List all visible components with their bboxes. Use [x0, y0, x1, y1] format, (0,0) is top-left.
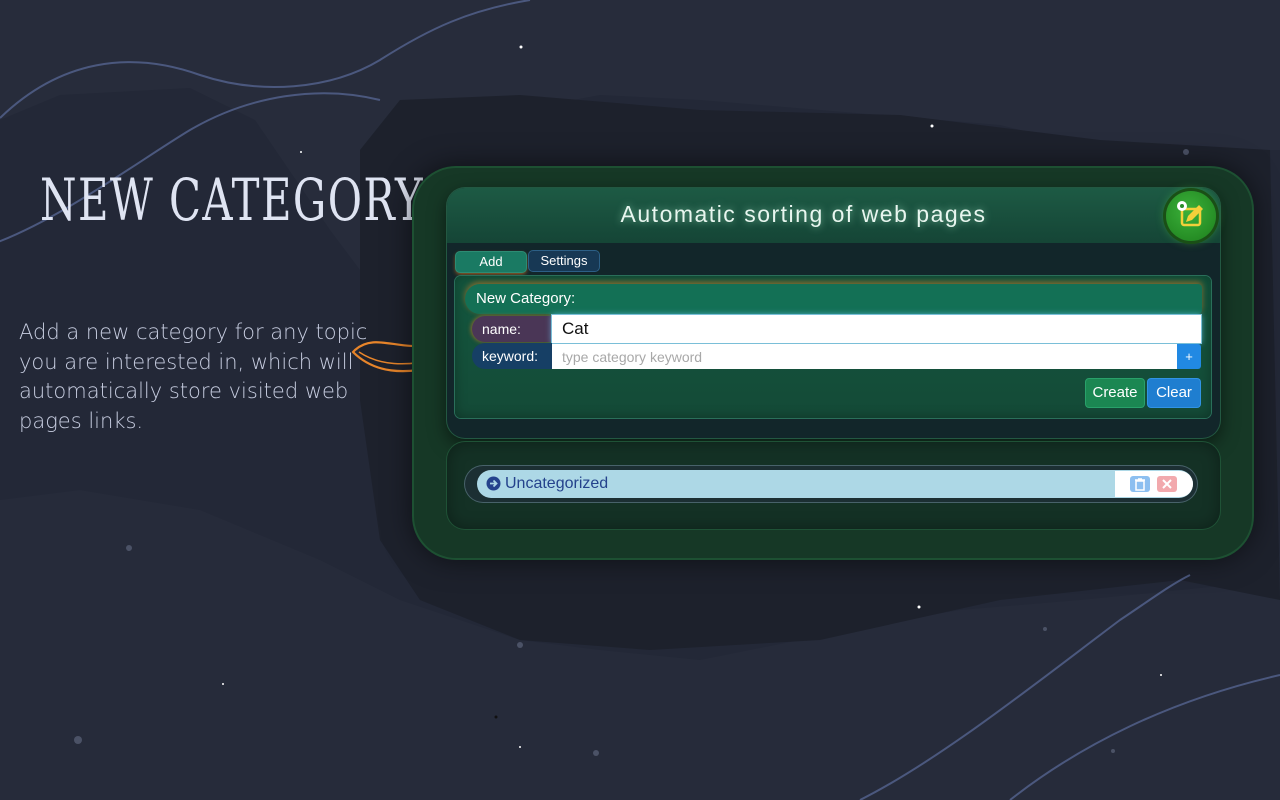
- promo-title: NEW CATEGORY: [40, 166, 424, 234]
- trash-icon: [1135, 478, 1145, 491]
- delete-category-button[interactable]: [1130, 476, 1150, 492]
- app-header: Automatic sorting of web pages: [447, 188, 1220, 243]
- category-tools: [1115, 471, 1193, 497]
- create-button[interactable]: Create: [1086, 379, 1144, 407]
- form-heading: New Category:: [476, 290, 576, 307]
- tab-settings[interactable]: Settings: [529, 251, 599, 271]
- add-keyword-button[interactable]: +: [1177, 344, 1201, 369]
- settings-edit-icon: [1177, 201, 1203, 227]
- keyword-label: keyword:: [472, 343, 552, 369]
- remove-category-button[interactable]: [1157, 476, 1177, 492]
- clear-button[interactable]: Clear: [1148, 379, 1200, 407]
- promo-description: Add a new category for any topic you are…: [19, 320, 368, 433]
- settings-button[interactable]: [1166, 191, 1216, 241]
- close-icon: [1162, 479, 1172, 489]
- app-title: Automatic sorting of web pages: [620, 201, 987, 227]
- name-label: name:: [472, 316, 552, 342]
- category-label[interactable]: Uncategorized: [505, 470, 608, 498]
- category-name-input[interactable]: [552, 315, 1201, 343]
- arrow-circle-right-icon: [486, 476, 501, 491]
- category-keyword-input[interactable]: [552, 344, 1177, 369]
- tab-add[interactable]: Add: [456, 252, 526, 272]
- form-heading-bar: New Category:: [465, 284, 1202, 314]
